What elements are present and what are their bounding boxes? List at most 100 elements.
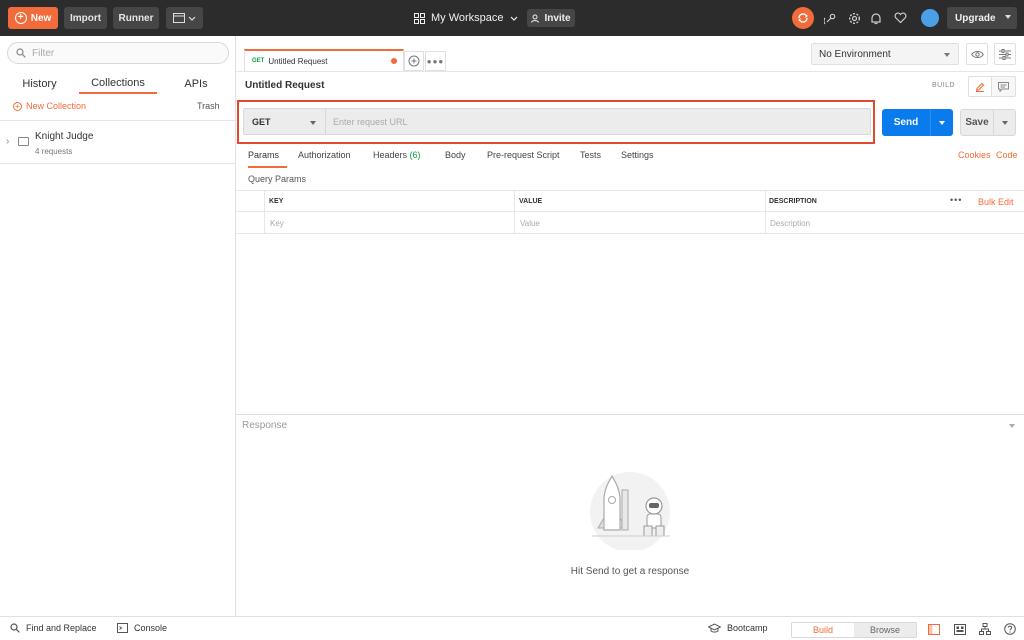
avatar[interactable] [921,9,939,27]
tab-tests[interactable]: Tests [580,150,601,168]
send-options-button[interactable] [930,109,953,136]
console-button[interactable]: Console [117,623,167,633]
tab-pre-request-script-label: Pre-request Script [487,150,560,160]
comment-icon [998,81,1009,92]
bootcamp-label: Bootcamp [727,623,768,633]
description-column-header: DESCRIPTION [769,198,817,205]
hierarchy-icon [979,623,991,635]
invite-button-label: Invite [544,12,571,24]
tab-headers[interactable]: Headers (6) [373,150,421,168]
browse-toggle[interactable]: Browse [854,623,916,637]
save-options-button[interactable] [994,109,1016,136]
grid-icon [414,12,425,24]
param-description-input[interactable] [770,215,1010,231]
mode-label: BUILD [932,82,956,89]
caret-down-icon [310,121,316,125]
plus-circle-icon [408,55,420,67]
new-button-label: New [30,12,52,24]
add-tab-button[interactable] [404,51,424,71]
comments-button[interactable] [992,76,1016,97]
new-collection-button[interactable]: + New Collection [13,101,86,111]
column-divider [514,212,515,234]
tab-history[interactable]: History [14,74,65,94]
key-column-header: KEY [269,198,284,205]
filter-input[interactable] [32,47,212,59]
param-value-input[interactable] [520,215,760,231]
send-button[interactable]: Send [882,109,930,136]
tab-authorization[interactable]: Authorization [298,150,351,168]
tab-settings-label: Settings [621,150,654,160]
plus-circle-icon: + [13,101,22,111]
more-tabs-button[interactable]: ●●● [425,51,446,71]
tab-headers-count: (6) [409,150,421,160]
plus-circle-icon: + [14,12,27,24]
chevron-right-icon[interactable]: › [6,136,9,147]
filter-box[interactable] [7,42,229,64]
tab-collections[interactable]: Collections [79,74,157,94]
column-divider [765,212,766,234]
environment-quick-look-button[interactable] [966,43,988,65]
cookies-link[interactable]: Cookies [958,150,991,160]
new-button[interactable]: + New [8,7,58,29]
collection-item[interactable]: › Knight Judge 4 requests [0,122,235,164]
upgrade-button[interactable]: Upgrade [947,7,1017,29]
import-button-label: Import [69,12,102,24]
import-button[interactable]: Import [64,7,107,29]
caret-down-icon [939,120,945,125]
column-divider [264,212,265,234]
request-tab[interactable]: GET Untitled Request [244,49,404,71]
interceptor-button[interactable] [822,10,838,26]
url-input[interactable] [326,108,871,135]
find-replace-button[interactable]: Find and Replace [10,623,97,633]
bootcamp-button[interactable]: Bootcamp [708,623,768,633]
two-pane-view-button[interactable] [928,623,940,635]
ellipsis-icon: ●●● [426,56,445,66]
more-options-icon[interactable]: ••• [950,195,962,205]
caret-down-icon [944,53,950,57]
tab-body-label: Body [445,150,466,160]
notifications-button[interactable] [868,10,884,26]
code-link[interactable]: Code [996,150,1018,160]
response-label: Response [242,420,288,431]
search-icon [10,623,20,633]
help-tree-button[interactable] [979,623,991,635]
bulk-edit-link[interactable]: Bulk Edit [978,197,1014,207]
column-divider [264,191,265,213]
keyboard-icon [954,623,966,635]
param-key-input[interactable] [270,215,510,231]
method-select[interactable]: GET [243,108,326,135]
manage-environments-button[interactable] [994,43,1016,65]
workspace-switcher[interactable]: My Workspace [414,9,518,27]
invite-button[interactable]: Invite [527,9,575,27]
gear-icon [848,12,860,24]
edit-mode-button[interactable] [968,76,992,97]
trash-link[interactable]: Trash [197,101,220,111]
astronaut-illustration [590,472,670,550]
query-params-title: Query Params [248,174,307,184]
new-window-button[interactable] [166,7,203,29]
save-button[interactable]: Save [960,109,994,136]
request-tab-bar: GET Untitled Request ●●● No Environment [236,36,1024,72]
response-divider[interactable] [236,414,1024,415]
keyboard-shortcuts-button[interactable] [954,623,966,635]
build-toggle[interactable]: Build [792,623,854,637]
request-title[interactable]: Untitled Request [245,80,324,91]
method-label: GET [252,116,271,127]
runner-button[interactable]: Runner [113,7,159,29]
settings-button[interactable] [846,10,862,26]
console-icon [117,623,128,633]
collapse-response-icon[interactable] [1009,424,1015,428]
column-divider [514,191,515,213]
help-button[interactable] [1004,623,1016,635]
tab-body[interactable]: Body [445,150,466,168]
search-icon [16,48,26,58]
tab-settings[interactable]: Settings [621,150,654,168]
runner-button-label: Runner [118,12,154,24]
tab-apis[interactable]: APIs [176,74,216,94]
tab-pre-request-script[interactable]: Pre-request Script [487,150,560,168]
tab-params[interactable]: Params [248,150,287,168]
pencil-icon [975,82,985,92]
environment-select[interactable]: No Environment [811,43,959,65]
favorites-button[interactable] [892,10,908,26]
sync-status-button[interactable] [792,7,814,29]
